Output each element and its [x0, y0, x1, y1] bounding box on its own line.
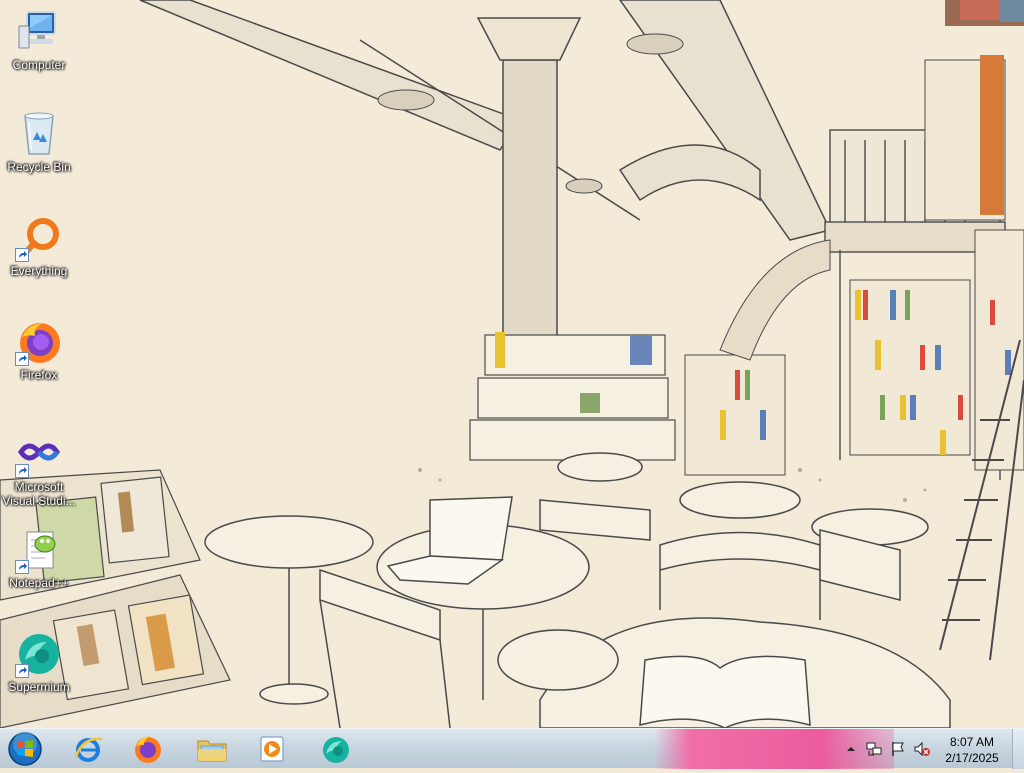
firefox-icon — [135, 736, 161, 763]
desktop-icon-notepad-plus-plus[interactable]: Notepad++ — [1, 526, 77, 590]
supermium-icon — [323, 737, 349, 763]
windows-start-orb-icon — [8, 732, 42, 766]
desktop-icon-visual-studio[interactable]: Microsoft Visual Studi... — [1, 430, 77, 508]
desktop-icon-label: Microsoft Visual Studi... — [2, 480, 76, 508]
chevron-up-icon — [847, 747, 855, 751]
desktop-icon-everything[interactable]: Everything — [1, 214, 77, 278]
desktop-wallpaper — [0, 0, 1024, 728]
desktop-icon-label: Recycle Bin — [7, 160, 71, 174]
taskbar-clock[interactable]: 8:07 AM 2/17/2025 — [932, 734, 1012, 766]
desktop-icon-computer[interactable]: Computer — [1, 8, 77, 72]
clock-date: 2/17/2025 — [945, 751, 999, 765]
desktop-icon-firefox[interactable]: Firefox — [1, 318, 77, 382]
taskbar-supermium[interactable] — [310, 731, 362, 767]
desktop-icon-supermium[interactable]: Supermium — [1, 630, 77, 694]
shortcut-arrow-icon — [15, 464, 29, 478]
desktop-icon-label: Notepad++ — [9, 576, 69, 590]
shortcut-arrow-icon — [15, 664, 29, 678]
desktop-icon-label: Firefox — [20, 368, 58, 382]
taskbar-windows-explorer[interactable] — [186, 731, 238, 767]
clock-time: 8:07 AM — [949, 735, 995, 749]
computer-icon — [18, 11, 56, 49]
show-hidden-icons-button[interactable] — [843, 741, 859, 757]
taskbar-windows-media-player[interactable] — [246, 731, 298, 767]
taskbar-firefox[interactable] — [122, 731, 174, 767]
action-center-tray-icon[interactable] — [890, 741, 906, 757]
shortcut-arrow-icon — [15, 352, 29, 366]
internet-explorer-icon — [74, 737, 103, 762]
desktop-icon-label: Computer — [12, 58, 66, 72]
taskbar-internet-explorer[interactable] — [62, 731, 114, 767]
desktop-icon-recycle-bin[interactable]: Recycle Bin — [1, 110, 77, 174]
network-icon — [866, 742, 882, 756]
show-desktop-button[interactable] — [1012, 729, 1024, 769]
recycle-bin-icon — [24, 112, 54, 155]
volume-muted-icon — [914, 741, 930, 757]
taskbar: 8:07 AM 2/17/2025 — [0, 728, 1024, 769]
shortcut-arrow-icon — [15, 248, 29, 262]
desktop-icon-label: Supermium — [8, 680, 70, 694]
action-center-flag-icon — [892, 742, 904, 756]
start-button[interactable] — [4, 730, 46, 768]
shortcut-arrow-icon — [15, 560, 29, 574]
folder-icon — [197, 740, 227, 762]
desktop-icon-label: Everything — [10, 264, 68, 278]
volume-tray-icon[interactable] — [914, 741, 930, 757]
network-tray-icon[interactable] — [866, 741, 882, 757]
media-player-icon — [260, 736, 284, 762]
